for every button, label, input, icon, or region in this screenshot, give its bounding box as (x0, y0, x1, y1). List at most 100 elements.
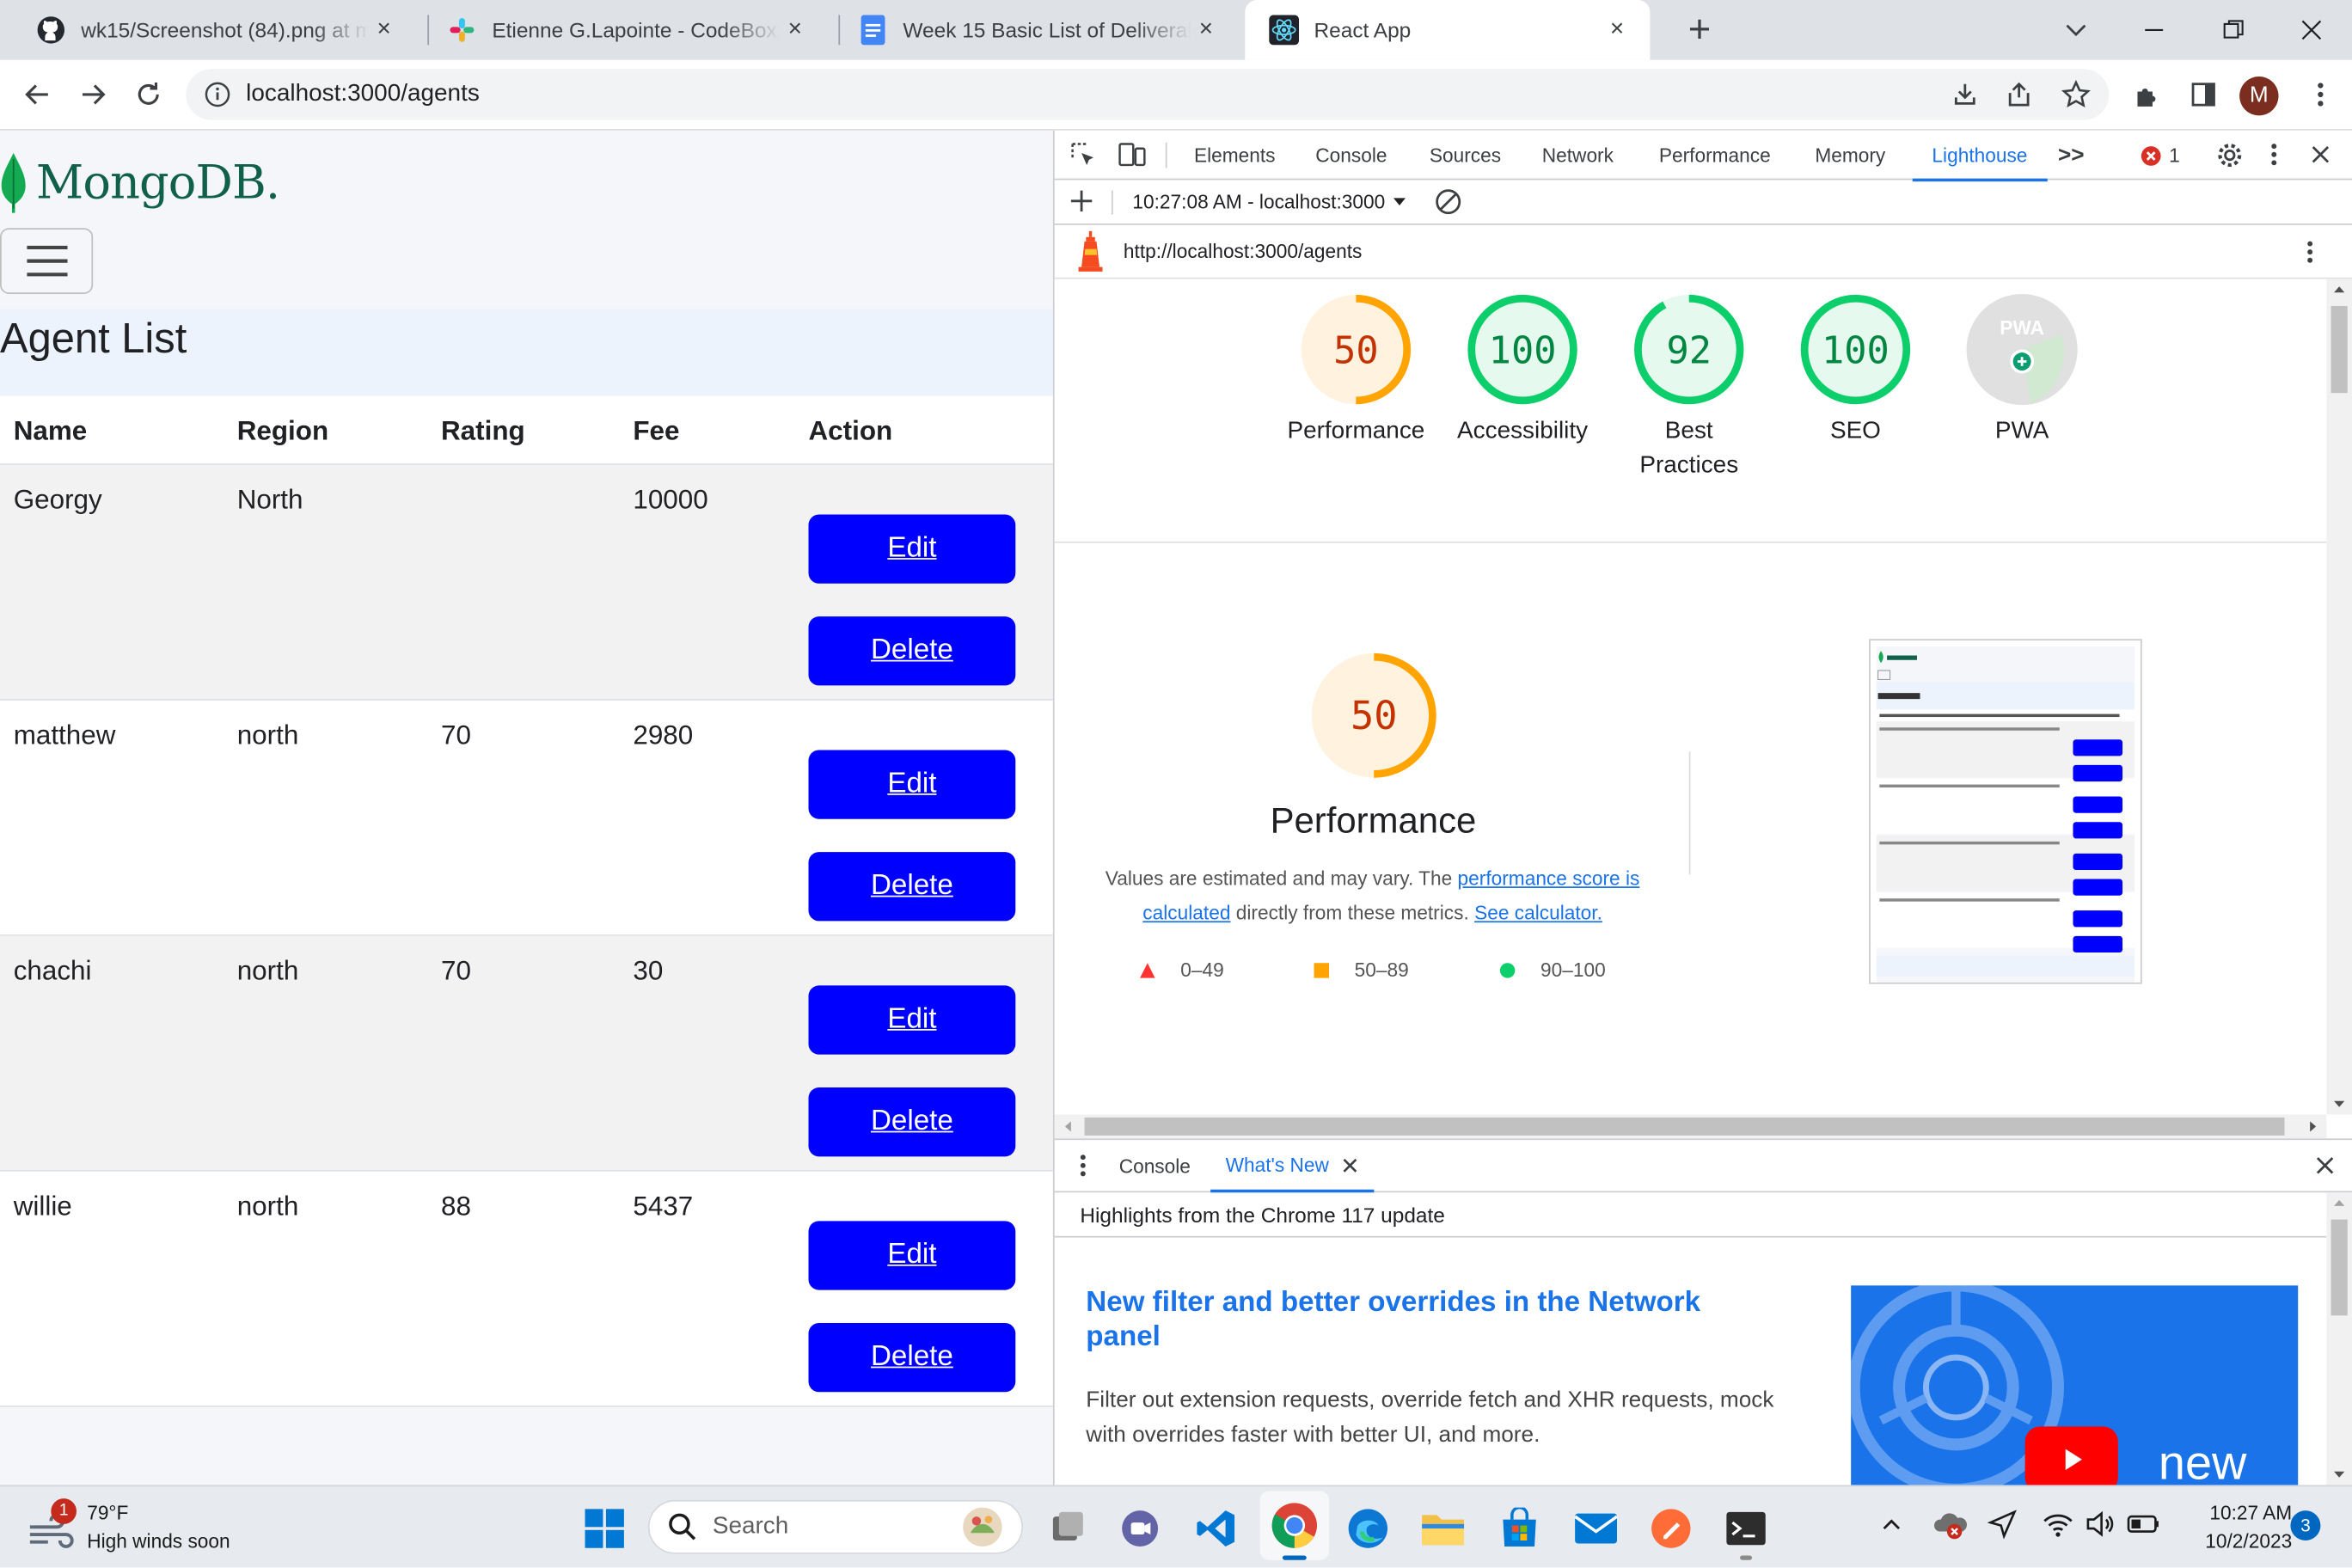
side-panel-icon[interactable] (2179, 70, 2227, 119)
close-devtools-icon[interactable] (2308, 143, 2332, 167)
extensions-icon[interactable] (2124, 70, 2172, 119)
score-gauge-seo[interactable]: 100 SEO (1786, 294, 1925, 449)
close-icon[interactable]: × (780, 15, 810, 45)
scroll-left-icon[interactable] (1057, 1116, 1078, 1136)
drawer-tab-whats-new[interactable]: What's New (1210, 1140, 1375, 1193)
browser-tab[interactable]: Week 15 Basic List of Deliverable × (834, 0, 1239, 60)
close-window-icon[interactable] (2296, 15, 2326, 45)
close-icon[interactable]: × (369, 15, 399, 45)
file-explorer-icon[interactable] (1419, 1504, 1467, 1553)
new-report-icon[interactable] (1069, 189, 1093, 213)
restore-icon[interactable] (2219, 15, 2249, 45)
tab-memory[interactable]: Memory (1815, 131, 1885, 179)
tab-elements[interactable]: Elements (1194, 131, 1276, 179)
terminal-icon[interactable] (1722, 1504, 1770, 1560)
page-screenshot-thumbnail[interactable] (1869, 639, 2142, 984)
score-gauge-accessibility[interactable]: 100 Accessibility (1454, 294, 1592, 449)
drawer-tab-console[interactable]: Console (1119, 1155, 1191, 1178)
edge-icon[interactable] (1344, 1504, 1392, 1553)
close-drawer-icon[interactable] (2314, 1155, 2335, 1176)
drawer-scrollbar[interactable] (2326, 1192, 2352, 1485)
scrollbar-thumb[interactable] (2331, 1219, 2348, 1316)
mongodb-logo[interactable]: MongoDB. (0, 152, 280, 213)
drawer-menu-icon[interactable] (1079, 1152, 1087, 1179)
windows-start-icon[interactable] (580, 1504, 628, 1553)
tab-console[interactable]: Console (1315, 131, 1387, 179)
forward-icon[interactable] (69, 70, 117, 119)
horizontal-scrollbar[interactable] (1054, 1114, 2327, 1139)
whats-new-headline[interactable]: New filter and better overrides in the N… (1086, 1285, 1746, 1354)
report-select[interactable]: 10:27:08 AM - localhost:3000 (1132, 191, 1409, 213)
wifi-icon[interactable] (2042, 1509, 2074, 1539)
tab-lighthouse[interactable]: Lighthouse (1912, 131, 2048, 182)
whats-new-video-thumbnail[interactable]: new (1851, 1285, 2299, 1485)
youtube-play-icon[interactable] (2024, 1426, 2118, 1485)
devtools-menu-icon[interactable] (2269, 141, 2278, 168)
tab-sources[interactable]: Sources (1430, 131, 1501, 179)
chrome-taskbar-button[interactable] (1259, 1491, 1329, 1560)
microsoft-store-icon[interactable] (1496, 1504, 1544, 1553)
browser-tab[interactable]: wk15/Screenshot (84).png at ma × (12, 0, 417, 60)
share-icon[interactable] (2004, 79, 2034, 109)
browser-tab-active[interactable]: React App × (1245, 0, 1651, 60)
delete-button[interactable]: Delete (808, 1323, 1016, 1393)
score-gauge-pwa[interactable]: PWA PWA (1953, 294, 2092, 449)
postman-icon[interactable] (1647, 1504, 1695, 1553)
bookmark-star-icon[interactable] (2061, 79, 2091, 109)
back-icon[interactable] (14, 70, 62, 119)
tab-performance[interactable]: Performance (1659, 131, 1771, 179)
menu-kebab-icon[interactable] (2296, 70, 2344, 119)
device-toolbar-icon[interactable] (1118, 141, 1148, 168)
scroll-right-icon[interactable] (2302, 1116, 2323, 1136)
scrollbar-thumb[interactable] (2331, 305, 2348, 394)
delete-button[interactable]: Delete (808, 1087, 1016, 1157)
settings-gear-icon[interactable] (2215, 141, 2244, 169)
report-menu-icon[interactable] (2306, 238, 2314, 265)
close-icon[interactable]: × (1191, 15, 1221, 45)
reload-icon[interactable] (125, 70, 173, 119)
error-counter[interactable]: 1 (2141, 144, 2180, 167)
browser-tab[interactable]: Etienne G.Lapointe - CodeBoxx T × (423, 0, 828, 60)
more-tabs-button[interactable]: >> (2058, 143, 2085, 168)
show-hidden-icons-chevron-icon[interactable] (1878, 1512, 1905, 1539)
scroll-up-icon[interactable] (2326, 279, 2352, 300)
score-gauge-performance[interactable]: 50 Performance (1287, 294, 1425, 449)
notification-count-badge[interactable]: 3 (2290, 1510, 2321, 1541)
battery-icon[interactable] (2126, 1509, 2162, 1539)
new-tab-button[interactable]: + (1679, 9, 1721, 51)
edit-button[interactable]: Edit (808, 985, 1016, 1055)
clock[interactable]: 10:27 AM 10/2/2023 (2175, 1498, 2292, 1555)
clear-reports-icon[interactable] (1434, 187, 1462, 216)
weather-widget[interactable]: 1 79°F High winds soon (27, 1498, 312, 1559)
delete-button[interactable]: Delete (808, 852, 1016, 922)
scrollbar-thumb[interactable] (1084, 1117, 2285, 1136)
address-bar[interactable]: localhost:3000/agents (186, 69, 2110, 120)
site-info-icon[interactable] (204, 81, 230, 107)
score-gauge-best-practices[interactable]: 92 Best Practices (1620, 294, 1758, 483)
onedrive-icon[interactable] (1932, 1508, 1970, 1540)
teams-chat-icon[interactable] (1116, 1504, 1164, 1553)
tab-network[interactable]: Network (1542, 131, 1614, 179)
location-icon[interactable] (1987, 1509, 2018, 1540)
delete-button[interactable]: Delete (808, 616, 1016, 686)
minimize-icon[interactable] (2139, 15, 2169, 45)
inspect-element-icon[interactable] (1069, 141, 1096, 168)
scroll-down-icon[interactable] (2326, 1464, 2352, 1485)
tab-search-icon[interactable] (2061, 15, 2091, 45)
vertical-scrollbar[interactable] (2326, 279, 2352, 1115)
taskbar-search-box[interactable]: Search (647, 1499, 1024, 1554)
close-icon[interactable]: × (1602, 15, 1632, 45)
mail-icon[interactable] (1572, 1504, 1620, 1553)
volume-icon[interactable] (2084, 1509, 2116, 1539)
navbar-toggler-button[interactable] (0, 228, 94, 295)
vscode-icon[interactable] (1192, 1504, 1240, 1553)
edit-button[interactable]: Edit (808, 750, 1016, 819)
task-view-icon[interactable] (1044, 1504, 1092, 1553)
install-app-icon[interactable] (1950, 79, 1980, 109)
scroll-up-icon[interactable] (2326, 1192, 2352, 1213)
close-icon[interactable] (1341, 1155, 1359, 1173)
scroll-down-icon[interactable] (2326, 1093, 2352, 1114)
profile-avatar[interactable]: M (2239, 76, 2279, 116)
see-calculator-link[interactable]: See calculator. (1474, 902, 1602, 924)
edit-button[interactable]: Edit (808, 514, 1016, 584)
